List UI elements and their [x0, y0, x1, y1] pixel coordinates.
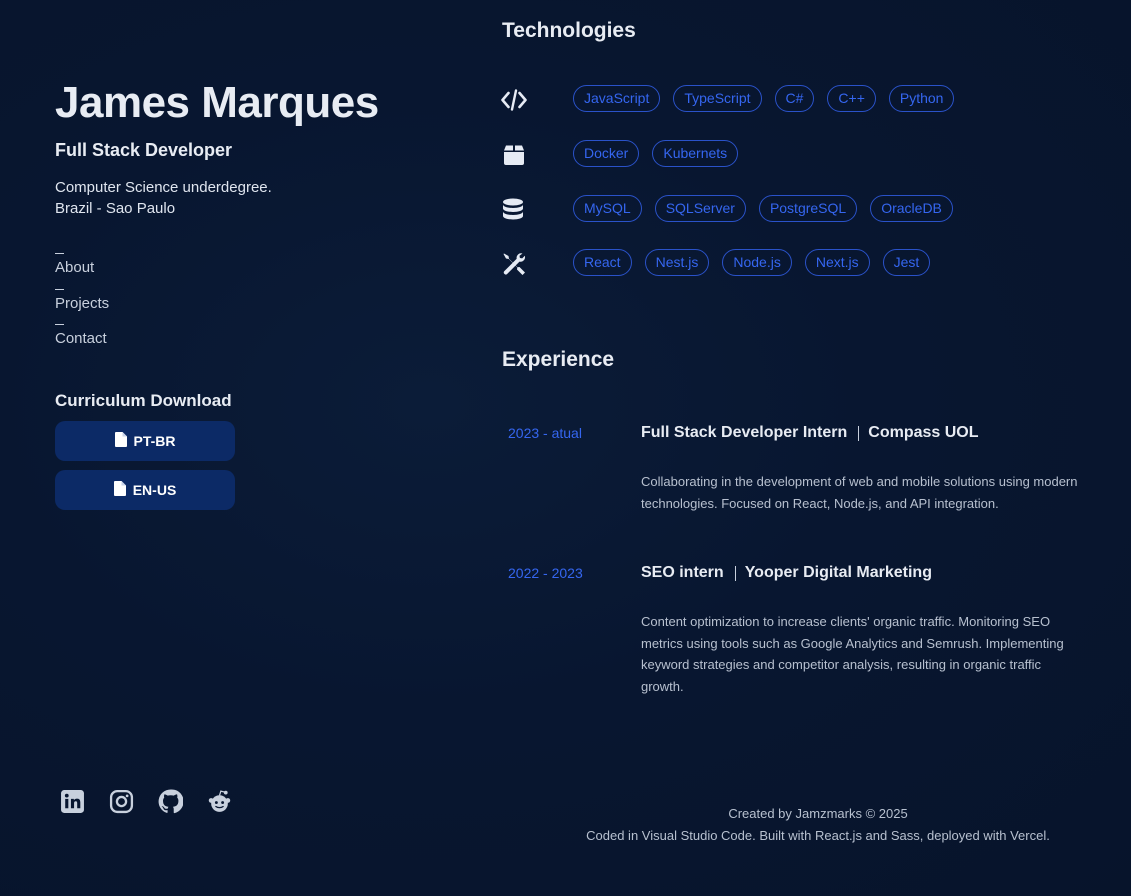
tech-tag: C++ [827, 85, 876, 112]
profile-role: Full Stack Developer [55, 140, 233, 160]
nav-item-label: Contact [55, 330, 107, 347]
file-icon [114, 432, 127, 450]
tech-tag: OracleDB [870, 195, 953, 222]
nav-item-label: About [55, 259, 95, 276]
linkedin-icon[interactable] [60, 789, 85, 814]
github-icon[interactable] [158, 789, 183, 814]
social-links [60, 789, 232, 814]
nav-item-about[interactable]: About [55, 245, 109, 281]
experience-period: 2022 - 2023 [508, 565, 583, 581]
instagram-icon[interactable] [109, 789, 134, 814]
footer-credit: Created by Jamzmarks © 2025 [728, 806, 908, 821]
file-icon [113, 481, 126, 499]
tech-tag: C# [774, 85, 815, 112]
tech-tag: React [573, 249, 632, 276]
footer: Created by Jamzmarks © 2025 Coded in Vis… [556, 803, 1080, 846]
button-label: PT-BR [133, 433, 176, 449]
download-cv-en-us-button[interactable]: EN-US [55, 470, 235, 510]
tech-tag: Jest [882, 249, 931, 276]
download-cv-pt-br-button[interactable]: PT-BR [55, 421, 235, 461]
experience-description: Collaborating in the development of web … [641, 474, 1078, 511]
tech-tag: Python [888, 85, 955, 112]
divider [858, 425, 860, 441]
tag-list: JavaScript TypeScript C# C++ Python [573, 85, 955, 112]
technologies-title: Technologies [502, 19, 636, 42]
database-icon [501, 197, 527, 223]
curriculum-title: Curriculum Download [55, 391, 232, 410]
experience-company: Yooper Digital Marketing [744, 564, 932, 581]
nav-dash [55, 324, 64, 325]
tech-row-languages: JavaScript TypeScript C# C++ Python [501, 85, 1101, 115]
button-label: EN-US [132, 482, 177, 498]
tech-tag: PostgreSQL [758, 195, 858, 222]
tools-icon [501, 251, 527, 277]
footer-tech: Coded in Visual Studio Code. Built with … [586, 827, 1050, 843]
tag-list: Docker Kubernets [573, 140, 739, 167]
tech-tag: Nest.js [644, 249, 710, 276]
experience-company: Compass UOL [868, 424, 979, 441]
experience-heading: Full Stack Developer Intern Compass UOL [641, 424, 979, 442]
nav-item-contact[interactable]: Contact [55, 316, 109, 352]
box-icon [501, 142, 527, 168]
tech-tag: MySQL [573, 195, 642, 222]
tech-row-frameworks: React Nest.js Node.js Next.js Jest [501, 249, 1101, 279]
tech-tag: JavaScript [573, 85, 661, 112]
tech-row-containers: Docker Kubernets [501, 140, 1101, 170]
code-icon [501, 87, 527, 113]
tech-tag: TypeScript [673, 85, 762, 112]
experience-description: Content optimization to increase clients… [641, 614, 1064, 694]
nav-dash [55, 253, 64, 254]
tech-row-databases: MySQL SQLServer PostgreSQL OracleDB [501, 195, 1101, 225]
tech-tag: SQLServer [654, 195, 746, 222]
tech-tag: Next.js [804, 249, 870, 276]
tech-tag: Node.js [722, 249, 792, 276]
reddit-icon[interactable] [207, 789, 232, 814]
bio-line: Computer Science underdegree. [55, 179, 272, 196]
nav-dash [55, 288, 64, 290]
profile-name: James Marques [55, 78, 379, 127]
tech-tag: Kubernets [652, 140, 739, 167]
tech-tag: Docker [573, 140, 640, 167]
experience-period: 2023 - atual [508, 425, 582, 441]
experience-heading: SEO intern Yooper Digital Marketing [641, 564, 932, 582]
bio-line: Brazil - Sao Paulo [55, 200, 176, 217]
nav-item-label: Projects [55, 294, 110, 312]
tag-list: MySQL SQLServer PostgreSQL OracleDB [573, 195, 953, 222]
tag-list: React Nest.js Node.js Next.js Jest [573, 249, 931, 276]
divider [734, 565, 736, 581]
main-nav: About Projects Contact [55, 245, 109, 352]
experience-position: SEO intern [641, 564, 724, 581]
experience-position: Full Stack Developer Intern [641, 424, 848, 441]
experience-title: Experience [502, 348, 615, 371]
nav-item-projects[interactable]: Projects [55, 281, 109, 317]
profile-bio: Computer Science underdegree. Brazil - S… [55, 177, 272, 219]
